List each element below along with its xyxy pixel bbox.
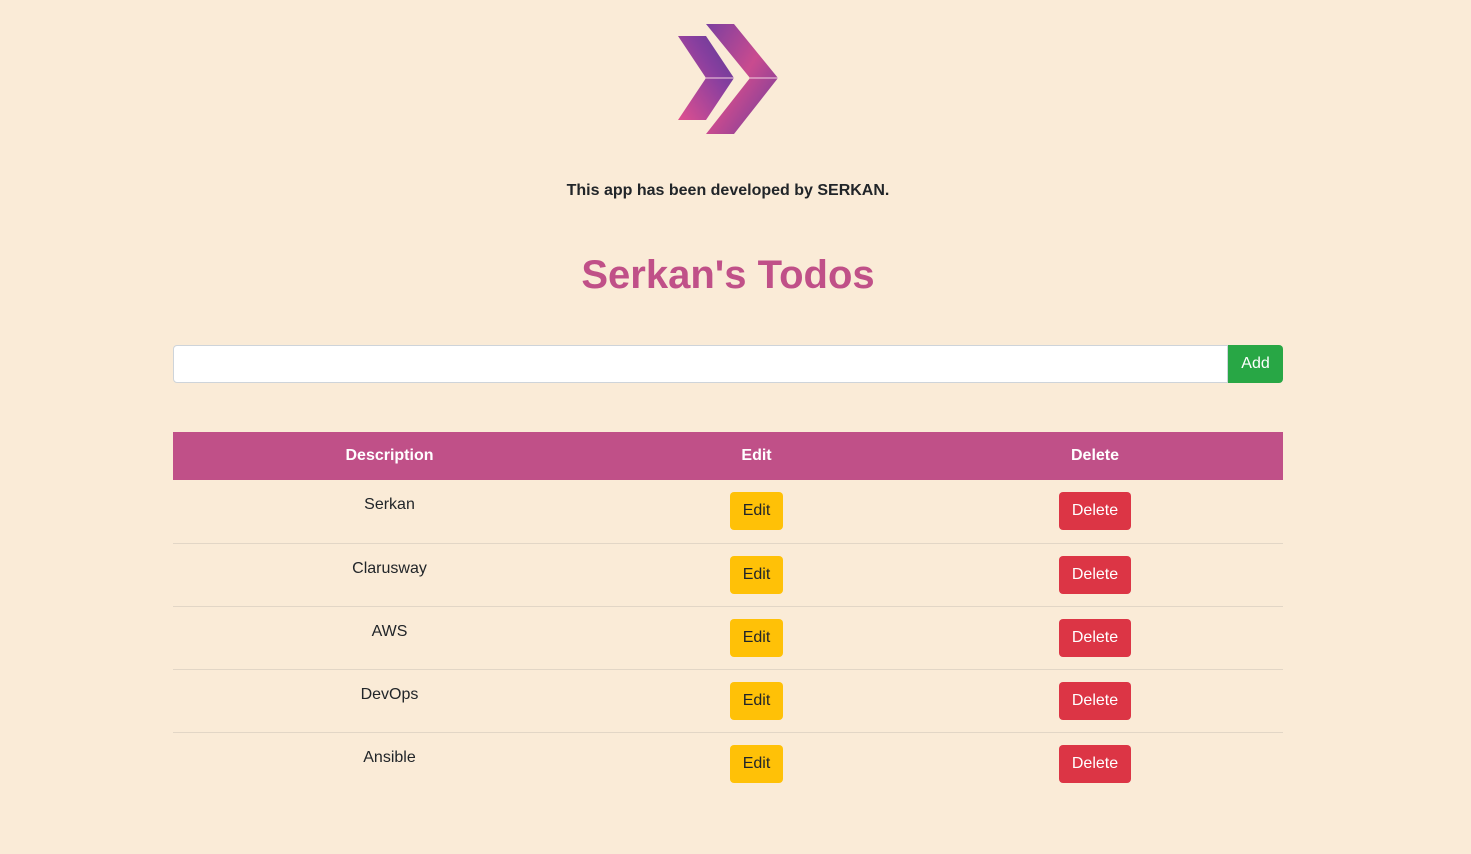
column-header-description: Description <box>345 447 434 464</box>
todo-description: Ansible <box>363 748 416 766</box>
add-button[interactable]: Add <box>1228 345 1283 383</box>
table-row: Ansible Edit Delete <box>173 732 1283 795</box>
developer-credit: This app has been developed by SERKAN. <box>566 182 890 199</box>
todo-table: Description Edit Delete Serkan Edit Dele… <box>173 432 1283 795</box>
edit-button[interactable]: Edit <box>729 681 784 720</box>
table-row: Clarusway Edit Delete <box>173 543 1283 606</box>
delete-button[interactable]: Delete <box>1058 492 1132 531</box>
page-title: Serkan's Todos <box>581 253 875 297</box>
chevron-double-right-icon <box>678 24 778 134</box>
todo-app-page: This app has been developed by SERKAN. S… <box>0 0 1471 854</box>
todo-description: Clarusway <box>352 559 427 577</box>
edit-button[interactable]: Edit <box>729 492 784 531</box>
column-header-delete: Delete <box>1070 447 1120 464</box>
table-header-row: Description Edit Delete <box>173 432 1283 480</box>
todo-description: AWS <box>371 622 408 640</box>
delete-button[interactable]: Delete <box>1058 555 1132 594</box>
delete-button[interactable]: Delete <box>1058 618 1132 657</box>
todo-description: DevOps <box>360 685 419 703</box>
delete-button[interactable]: Delete <box>1058 681 1132 720</box>
delete-button[interactable]: Delete <box>1058 744 1132 783</box>
column-header-edit: Edit <box>741 447 772 464</box>
table-row: AWS Edit Delete <box>173 606 1283 669</box>
edit-button[interactable]: Edit <box>729 618 784 657</box>
todo-input[interactable] <box>173 345 1228 383</box>
todo-description: Serkan <box>364 496 415 513</box>
table-row: Serkan Edit Delete <box>173 480 1283 543</box>
add-todo-form: Add <box>173 345 1283 383</box>
table-row: DevOps Edit Delete <box>173 669 1283 732</box>
edit-button[interactable]: Edit <box>729 555 784 594</box>
edit-button[interactable]: Edit <box>729 744 784 783</box>
